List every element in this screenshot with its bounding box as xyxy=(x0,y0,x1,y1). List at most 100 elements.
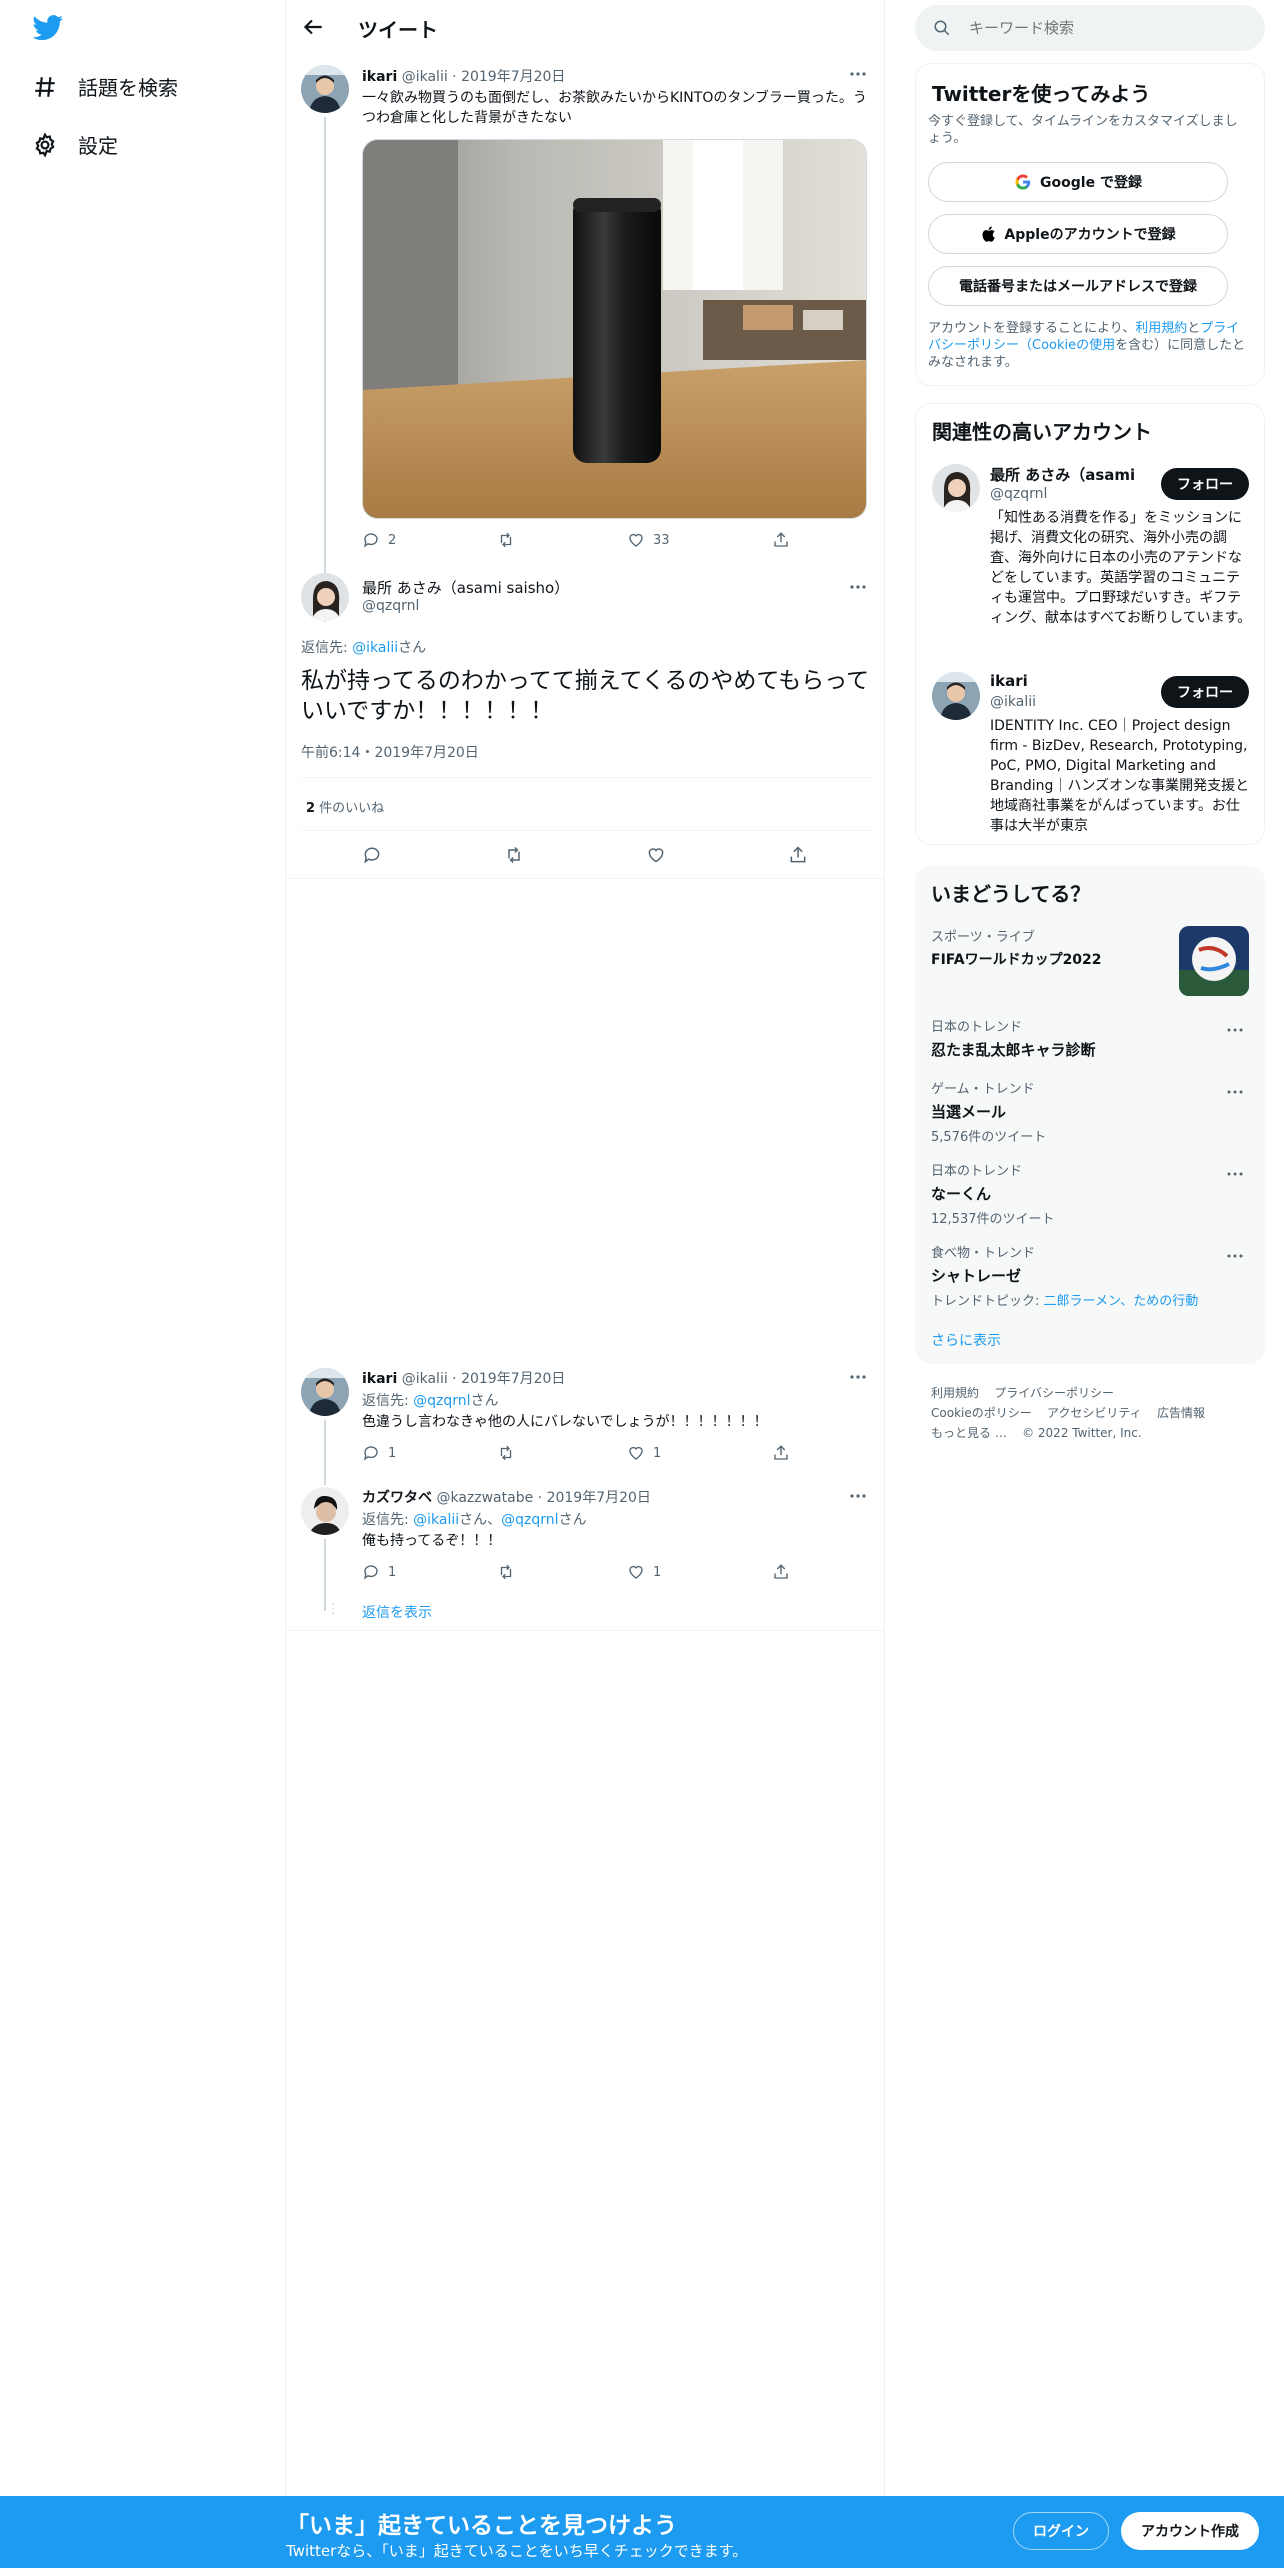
back-arrow-icon[interactable] xyxy=(300,14,326,40)
author-name[interactable]: ikari xyxy=(362,1371,397,1387)
divider xyxy=(286,878,884,879)
author-handle[interactable]: @ikalii xyxy=(402,1371,448,1387)
more-options-icon[interactable] xyxy=(848,1367,868,1387)
terms-and: と xyxy=(1187,321,1201,336)
reply-mention[interactable]: @ikalii xyxy=(352,640,398,656)
avatar-ikari[interactable] xyxy=(301,1368,349,1416)
like-button[interactable]: 33 xyxy=(627,531,772,549)
author-handle[interactable]: @kazzwatabe xyxy=(436,1490,533,1506)
more-options-icon[interactable] xyxy=(1225,1082,1245,1102)
more-options-icon[interactable] xyxy=(1225,1164,1245,1184)
reply-context: 返信先: @qzqrnlさん xyxy=(362,1390,499,1410)
tweet-date[interactable]: 2019年7月20日 xyxy=(461,1371,565,1387)
apple-signup-button[interactable]: Appleのアカウントで登録 xyxy=(928,214,1228,254)
like-button[interactable]: 1 xyxy=(627,1444,772,1462)
share-button[interactable] xyxy=(772,1563,790,1581)
phone-signup-label: 電話番号またはメールアドレスで登録 xyxy=(959,279,1197,295)
reply-mention[interactable]: @ikalii xyxy=(413,1512,459,1528)
account-handle[interactable]: @qzqrnl xyxy=(990,486,1047,502)
show-replies-link[interactable]: 返信を表示 xyxy=(362,1602,432,1622)
share-icon xyxy=(790,846,806,863)
footer-ads-link[interactable]: 広告情報 xyxy=(1157,1406,1205,1420)
author-handle[interactable]: @ikalii xyxy=(402,69,448,85)
login-button[interactable]: ログイン xyxy=(1013,2512,1109,2550)
create-account-button[interactable]: アカウント作成 xyxy=(1121,2512,1259,2550)
tweet-photo-tumbler[interactable] xyxy=(362,139,867,519)
trend-item[interactable]: 日本のトレンド なーくん 12,537件のツイート xyxy=(931,1160,1251,1227)
likes-summary[interactable]: 2 件のいいね xyxy=(306,797,384,816)
reply-suffix: さん xyxy=(470,1393,499,1409)
nav-settings[interactable]: 設定 xyxy=(32,130,118,159)
footer-privacy-link[interactable]: プライバシーポリシー xyxy=(994,1386,1114,1400)
nav-explore[interactable]: 話題を検索 xyxy=(32,72,178,101)
share-button[interactable] xyxy=(772,531,790,549)
footer-terms-link[interactable]: 利用規約 xyxy=(931,1386,979,1400)
avatar-asami[interactable] xyxy=(932,464,980,512)
account-name[interactable]: 最所 あさみ（asami ... xyxy=(990,464,1140,485)
terms-link[interactable]: 利用規約 xyxy=(1135,321,1187,336)
like-count: 33 xyxy=(653,532,670,548)
google-signup-button[interactable]: Google で登録 xyxy=(928,162,1228,202)
footer-cookie-link[interactable]: Cookieのポリシー xyxy=(931,1406,1032,1420)
reply-count: 2 xyxy=(388,532,397,548)
account-name[interactable]: ikari xyxy=(990,672,1028,690)
divider xyxy=(301,830,871,831)
share-icon xyxy=(774,1445,788,1460)
share-button[interactable] xyxy=(772,1444,790,1462)
likes-count: 2 xyxy=(306,801,316,816)
avatar-asami[interactable] xyxy=(301,573,349,621)
trend-category: 日本のトレンド xyxy=(931,1020,1023,1035)
more-options-icon[interactable] xyxy=(848,577,868,597)
reply-header: カズワタベ @kazzwatabe · 2019年7月20日 xyxy=(362,1490,651,1506)
author-name[interactable]: ikari xyxy=(362,69,397,85)
retweet-icon xyxy=(500,1564,512,1580)
main-tweet-timestamp[interactable]: 午前6:14・2019年7月20日 xyxy=(301,742,479,762)
reply-button[interactable] xyxy=(362,845,504,865)
like-button[interactable]: 1 xyxy=(627,1563,772,1581)
phone-email-signup-button[interactable]: 電話番号またはメールアドレスで登録 xyxy=(928,266,1228,306)
more-options-icon[interactable] xyxy=(1225,1020,1245,1040)
footer-accessibility-link[interactable]: アクセシビリティ xyxy=(1047,1406,1142,1420)
reply-button[interactable]: 1 xyxy=(362,1563,497,1581)
avatar-kazzwatabe[interactable] xyxy=(301,1487,349,1535)
follow-button[interactable]: フォロー xyxy=(1161,676,1249,708)
footer-more-link[interactable]: もっと見る … xyxy=(931,1426,1007,1440)
author-name[interactable]: カズワタベ xyxy=(362,1490,432,1506)
account-handle[interactable]: @ikalii xyxy=(990,694,1036,710)
likes-label: 件のいいね xyxy=(315,801,385,816)
trend-item[interactable]: ゲーム・トレンド 当選メール 5,576件のツイート xyxy=(931,1078,1251,1145)
heart-icon xyxy=(629,1565,643,1579)
reply-button[interactable]: 2 xyxy=(362,531,497,549)
like-button[interactable] xyxy=(646,845,788,865)
more-options-icon[interactable] xyxy=(848,1486,868,1506)
reply-header: ikari @ikalii · 2019年7月20日 xyxy=(362,1371,566,1387)
avatar-ikari[interactable] xyxy=(301,65,349,113)
trend-topics-links[interactable]: 二郎ラーメン、ための行動 xyxy=(1044,1294,1199,1309)
reply-mention[interactable]: @qzqrnl xyxy=(413,1393,470,1409)
reply-mention[interactable]: @qzqrnl xyxy=(501,1512,558,1528)
search-box[interactable] xyxy=(915,5,1265,51)
avatar-ikari[interactable] xyxy=(932,672,980,720)
tweet-date[interactable]: 2019年7月20日 xyxy=(547,1490,651,1506)
search-input[interactable] xyxy=(969,19,1163,37)
retweet-button[interactable] xyxy=(504,845,646,865)
reply-count: 1 xyxy=(388,1445,397,1461)
retweet-button[interactable] xyxy=(497,1444,627,1462)
bottom-bar-subtext: Twitterなら、「いま」起きていることをいち早くチェックできます。 xyxy=(286,2542,748,2560)
trend-item[interactable]: 食べ物・トレンド シャトレーゼ トレンドトピック: 二郎ラーメン、ための行動 xyxy=(931,1242,1251,1309)
trend-item[interactable]: 日本のトレンド 忍たま乱太郎キャラ診断 xyxy=(931,1016,1251,1060)
share-button[interactable] xyxy=(788,845,808,865)
tweet-date[interactable]: 2019年7月20日 xyxy=(461,69,565,85)
show-more-trends-link[interactable]: さらに表示 xyxy=(931,1330,1001,1350)
reply-button[interactable]: 1 xyxy=(362,1444,497,1462)
main-tweet-handle[interactable]: @qzqrnl xyxy=(362,598,419,614)
avatar-image xyxy=(301,573,349,621)
retweet-button[interactable] xyxy=(497,1563,627,1581)
trend-thumbnail[interactable] xyxy=(1179,926,1249,996)
follow-button[interactable]: フォロー xyxy=(1161,468,1249,500)
main-tweet-name[interactable]: 最所 あさみ（asami saisho） xyxy=(362,577,569,598)
twitter-logo-icon[interactable] xyxy=(32,15,64,41)
more-options-icon[interactable] xyxy=(1225,1246,1245,1266)
more-options-icon[interactable] xyxy=(848,64,868,84)
retweet-button[interactable] xyxy=(497,531,627,549)
